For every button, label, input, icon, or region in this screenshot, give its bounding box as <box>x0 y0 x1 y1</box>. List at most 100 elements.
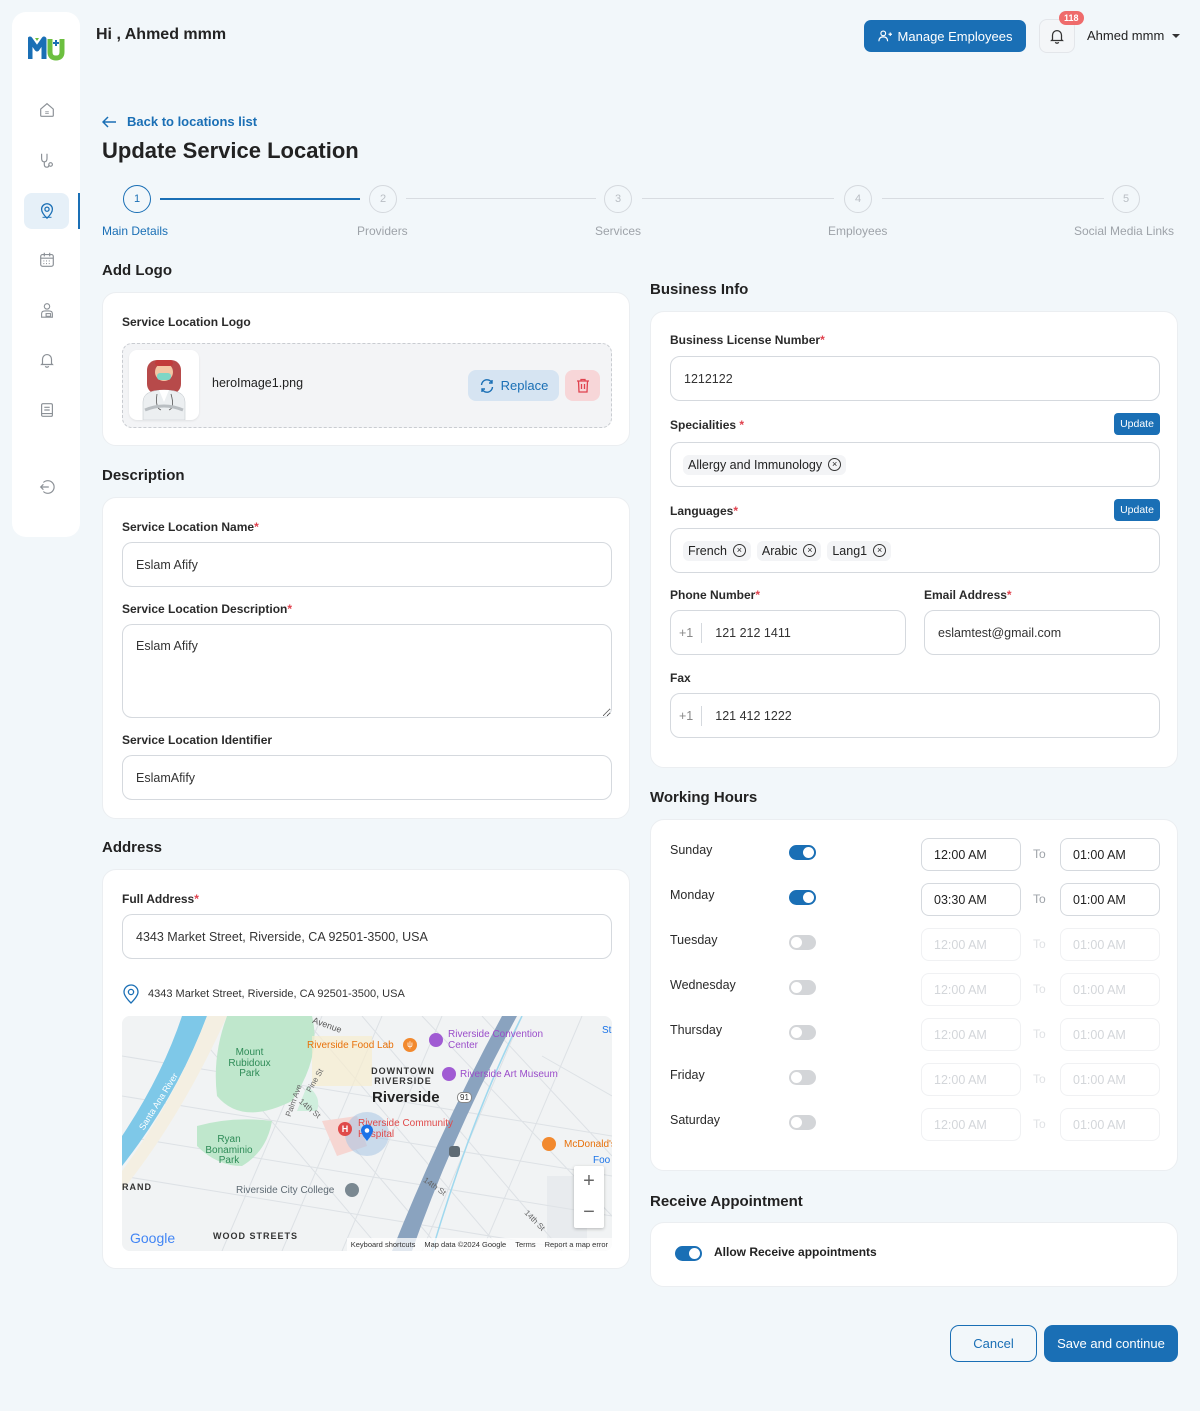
sidebar-item-home[interactable] <box>24 92 69 128</box>
end-time-input[interactable]: 01:00 AM <box>1060 883 1160 916</box>
description-title: Description <box>102 467 185 484</box>
step-4-circle[interactable]: 4 <box>844 185 872 213</box>
selected-location-marker-icon <box>361 1124 373 1141</box>
logo-upload-area[interactable]: heroImage1.png Replace <box>122 343 612 428</box>
phone-country-code[interactable]: +1 <box>679 622 703 643</box>
map-label-hospital: Riverside Community Hospital <box>358 1118 454 1140</box>
manage-employees-button[interactable]: Manage Employees <box>864 20 1026 52</box>
sidebar-item-calendar[interactable] <box>24 242 69 278</box>
hospital-pin-icon: H <box>338 1122 352 1136</box>
step-4-label[interactable]: Employees <box>828 224 887 238</box>
remove-chip-icon[interactable]: × <box>873 544 887 557</box>
step-3-circle[interactable]: 3 <box>604 185 632 213</box>
specialities-input[interactable]: Allergy and Immunology × <box>670 442 1160 487</box>
remove-chip-icon[interactable]: × <box>828 458 842 471</box>
step-3-label[interactable]: Services <box>595 224 641 238</box>
location-name-input[interactable]: Eslam Afify <box>122 542 612 587</box>
phone-label: Phone Number* <box>670 588 761 602</box>
sidebar-item-employees[interactable] <box>24 292 69 328</box>
home-icon <box>39 102 54 117</box>
cancel-button[interactable]: Cancel <box>950 1325 1037 1362</box>
working-hours-card: Sunday 12:00 AM To 01:00 AM Monday 03:30 AM To… <box>650 819 1178 1171</box>
start-time-input: 12:00 AM <box>921 1108 1021 1141</box>
update-languages-button[interactable]: Update <box>1114 499 1160 521</box>
fax-input[interactable]: +1 121 412 1222 <box>670 693 1160 738</box>
business-info-title: Business Info <box>650 281 749 298</box>
email-input[interactable]: eslamtest@gmail.com <box>924 610 1160 655</box>
location-description-textarea[interactable]: Eslam Afify <box>122 624 612 718</box>
start-time-input[interactable]: 12:00 AM <box>921 838 1021 871</box>
day-toggle[interactable] <box>789 980 816 995</box>
allow-appointments-toggle[interactable] <box>675 1246 702 1261</box>
stepper: 1 2 3 4 5 Main Details Providers Service… <box>0 185 1200 245</box>
chip-label: Allergy and Immunology <box>688 457 823 472</box>
bell-icon <box>39 354 54 368</box>
sidebar-item-notifications[interactable] <box>24 342 69 378</box>
step-1-circle[interactable]: 1 <box>123 185 151 213</box>
step-2-circle[interactable]: 2 <box>369 185 397 213</box>
delete-logo-button[interactable] <box>565 370 600 401</box>
logo-filename: heroImage1.png <box>212 376 304 390</box>
day-toggle[interactable] <box>789 935 816 950</box>
day-toggle[interactable] <box>789 1025 816 1040</box>
map-label-wood-streets: WOOD STREETS <box>213 1231 299 1241</box>
back-to-locations-link[interactable]: Back to locations list <box>102 114 257 129</box>
map-report-error-link[interactable]: Report a map error <box>545 1240 608 1249</box>
user-add-icon <box>877 30 892 42</box>
manage-employees-label: Manage Employees <box>897 28 1013 44</box>
end-time-input[interactable]: 01:00 AM <box>1060 838 1160 871</box>
chip-label: Arabic <box>761 543 798 558</box>
calendar-icon <box>39 252 54 267</box>
phone-input[interactable]: +1 121 212 1411 <box>670 610 906 655</box>
receive-appointment-title: Receive Appointment <box>650 1193 803 1210</box>
map-label-mcdonalds: McDonald's <box>564 1139 612 1150</box>
resolved-address: 4343 Market Street, Riverside, CA 92501-… <box>122 984 405 1004</box>
save-and-continue-button[interactable]: Save and continue <box>1044 1325 1178 1362</box>
map[interactable]: Avenue Santa Ana River Mount Rubidoux Pa… <box>122 1016 612 1251</box>
map-terms-link[interactable]: Terms <box>515 1240 535 1249</box>
chip-label: Lang1 <box>832 543 868 558</box>
license-input[interactable]: 1212122 <box>670 356 1160 401</box>
map-keyboard-shortcuts-link[interactable]: Keyboard shortcuts <box>351 1240 416 1249</box>
map-zoom-in-button[interactable]: + <box>574 1166 604 1197</box>
license-label: Business License Number* <box>670 333 825 347</box>
step-5-circle[interactable]: 5 <box>1112 185 1140 213</box>
fax-value: 121 412 1222 <box>715 708 792 723</box>
location-description-label: Service Location Description* <box>122 602 293 616</box>
day-toggle[interactable] <box>789 890 816 905</box>
map-label-riverside: Riverside <box>372 1089 440 1106</box>
full-address-input[interactable]: 4343 Market Street, Riverside, CA 92501-… <box>122 914 612 959</box>
update-specialities-button[interactable]: Update <box>1114 413 1160 435</box>
fax-country-code[interactable]: +1 <box>679 705 703 726</box>
app-logo <box>28 36 65 61</box>
email-label: Email Address* <box>924 588 1012 602</box>
remove-chip-icon[interactable]: × <box>732 544 746 557</box>
replace-logo-button[interactable]: Replace <box>468 370 559 401</box>
sidebar-item-providers[interactable] <box>24 142 69 178</box>
to-label: To <box>1033 1117 1046 1131</box>
day-toggle[interactable] <box>789 1070 816 1085</box>
step-5-label[interactable]: Social Media Links <box>1074 224 1174 238</box>
start-time-input[interactable]: 03:30 AM <box>921 883 1021 916</box>
google-logo: Google <box>130 1230 176 1246</box>
user-menu[interactable]: Ahmed mmm <box>1087 28 1181 43</box>
chip-label: French <box>688 543 727 558</box>
receive-appointment-card: Allow Receive appointments <box>650 1222 1178 1287</box>
day-label: Sunday <box>670 843 713 857</box>
full-address-label: Full Address* <box>122 892 199 906</box>
step-2-label[interactable]: Providers <box>357 224 408 238</box>
sidebar-item-logout[interactable] <box>24 469 69 505</box>
page-title: Update Service Location <box>102 138 359 163</box>
remove-chip-icon[interactable]: × <box>803 544 817 557</box>
logo-label: Service Location Logo <box>122 315 251 329</box>
start-time-input: 12:00 AM <box>921 973 1021 1006</box>
day-toggle[interactable] <box>789 845 816 860</box>
languages-input[interactable]: French × Arabic × Lang1 × <box>670 528 1160 573</box>
location-identifier-input[interactable]: EslamAfify <box>122 755 612 800</box>
day-toggle[interactable] <box>789 1115 816 1130</box>
step-1-label[interactable]: Main Details <box>102 224 168 238</box>
specialities-label: Specialities * <box>670 418 745 432</box>
start-time-input: 12:00 AM <box>921 928 1021 961</box>
map-zoom-out-button[interactable]: − <box>574 1197 604 1228</box>
sidebar-item-reports[interactable] <box>24 392 69 428</box>
